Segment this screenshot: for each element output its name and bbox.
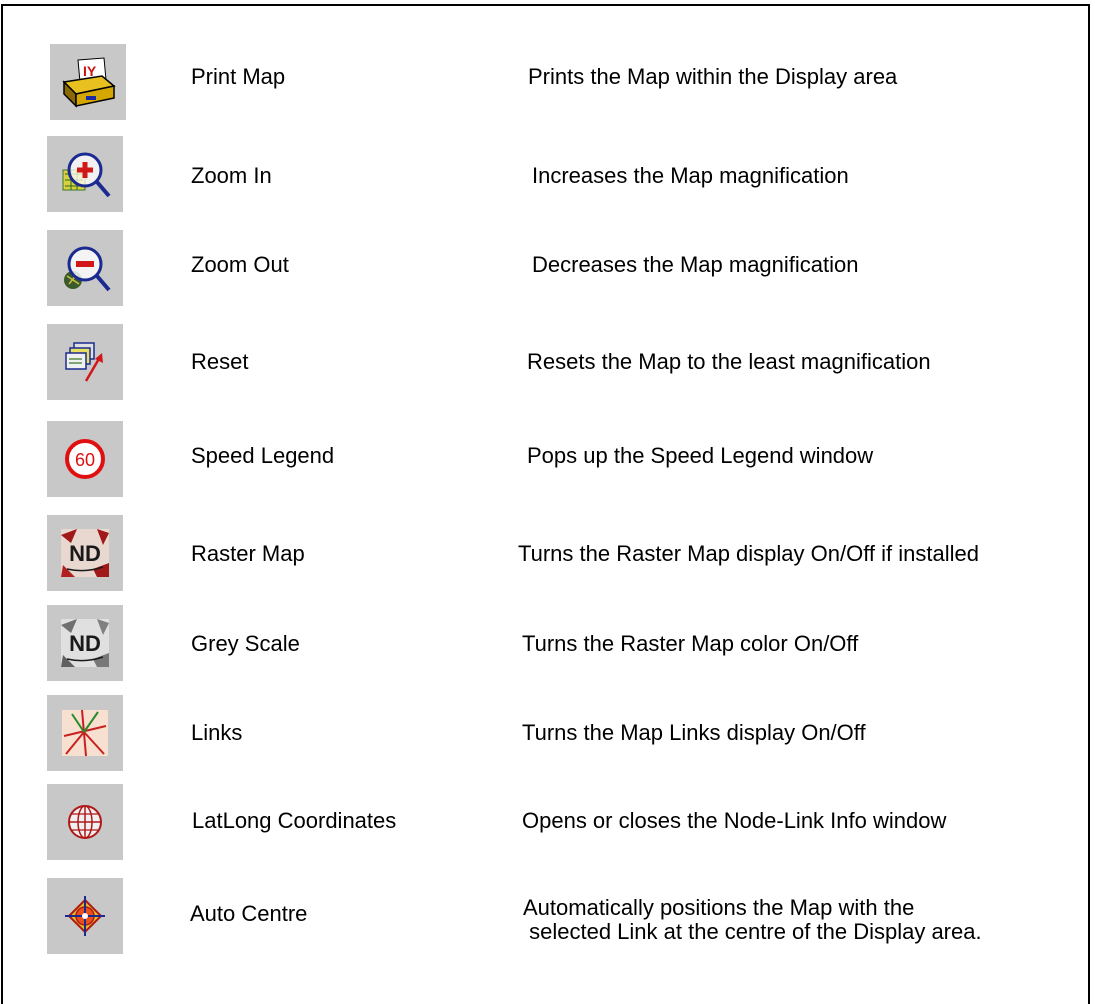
item-description: Automatically positions the Map with the… (523, 895, 982, 944)
list-item: 60 Speed Legend Pops up the Speed Legend… (0, 419, 1095, 499)
item-name: Auto Centre (190, 901, 308, 926)
item-description: Increases the Map magnification (532, 163, 849, 188)
list-item: ND Grey Scale Turns the Raster Map color… (0, 603, 1095, 683)
list-item: IY Print Map Prints the Map within the D… (0, 40, 1095, 120)
list-item: LatLong Coordinates Opens or closes the … (0, 784, 1095, 864)
item-name: LatLong Coordinates (192, 808, 397, 833)
item-name: Zoom Out (191, 252, 289, 277)
item-name: Reset (191, 349, 249, 374)
item-description: Turns the Map Links display On/Off (522, 720, 866, 745)
reset-icon[interactable] (47, 324, 123, 400)
speed-limit-label: 60 (75, 450, 95, 470)
item-name: Grey Scale (191, 631, 300, 656)
list-item: Zoom Out Decreases the Map magnification (0, 230, 1095, 310)
grey-scale-icon[interactable]: ND (47, 605, 123, 681)
item-name: Raster Map (191, 541, 305, 566)
item-description: Decreases the Map magnification (532, 252, 859, 277)
nd-label: ND (69, 541, 101, 566)
list-item: ND Raster Map Turns the Raster Map displ… (0, 511, 1095, 591)
item-description: Resets the Map to the least magnificatio… (527, 349, 931, 374)
latlong-coordinates-icon[interactable] (47, 784, 123, 860)
list-item: Links Turns the Map Links display On/Off (0, 693, 1095, 773)
raster-map-icon[interactable]: ND (47, 515, 123, 591)
item-description: Prints the Map within the Display area (528, 64, 898, 89)
speed-legend-icon[interactable]: 60 (47, 421, 123, 497)
zoom-out-icon[interactable] (47, 230, 123, 306)
item-name: Links (191, 720, 243, 745)
list-item: Auto Centre Automatically positions the … (0, 878, 1095, 958)
zoom-in-icon[interactable] (47, 136, 123, 212)
item-description: Opens or closes the Node-Link Info windo… (522, 808, 947, 833)
auto-centre-icon[interactable] (47, 878, 123, 954)
list-item: Reset Resets the Map to the least magnif… (0, 322, 1095, 402)
links-icon[interactable] (47, 695, 123, 771)
print-map-icon[interactable]: IY (50, 44, 126, 120)
list-item: Zoom In Increases the Map magnification (0, 136, 1095, 216)
item-name: Print Map (191, 64, 286, 89)
item-description: Pops up the Speed Legend window (527, 443, 874, 468)
item-name: Zoom In (191, 163, 272, 188)
item-description: Turns the Raster Map color On/Off (522, 631, 859, 656)
item-description: Turns the Raster Map display On/Off if i… (518, 541, 979, 566)
nd-label: ND (69, 631, 101, 656)
item-name: Speed Legend (191, 443, 335, 468)
